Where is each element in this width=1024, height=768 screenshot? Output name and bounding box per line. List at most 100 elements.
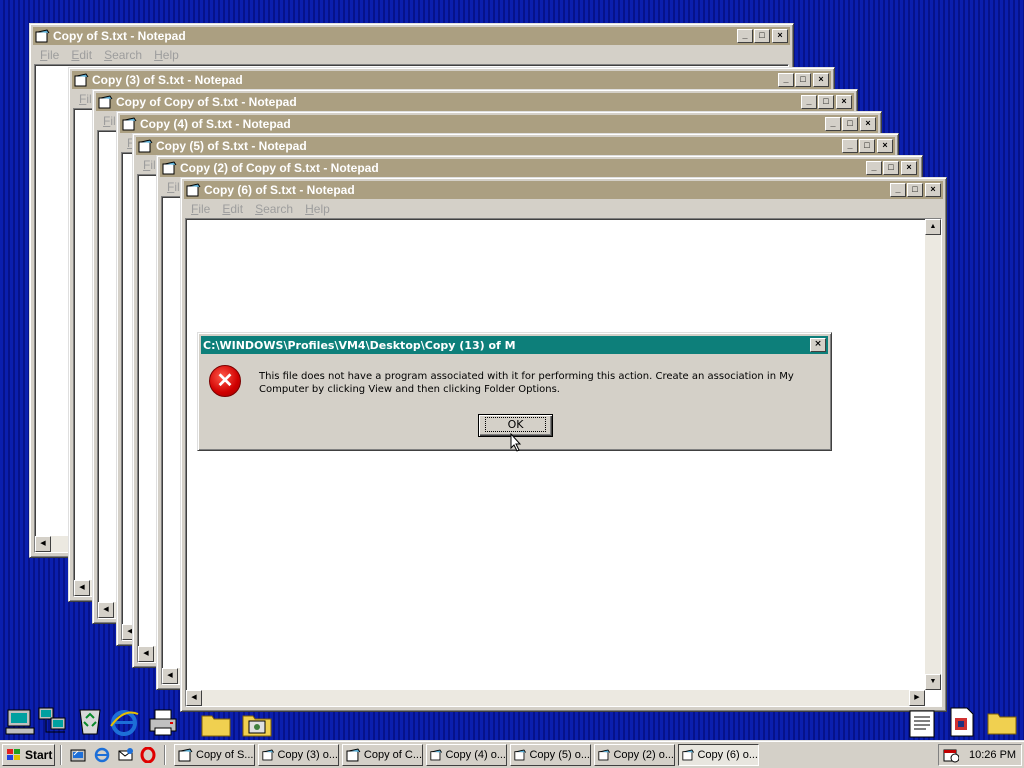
recycle-bin-icon[interactable]	[74, 704, 106, 736]
opera-icon[interactable]	[140, 747, 157, 763]
title-bar[interactable]: Copy (6) of S.txt - Notepad _ □ ×	[184, 181, 943, 199]
menu-search[interactable]: Search	[255, 202, 293, 216]
printer-icon[interactable]	[147, 706, 179, 738]
close-button[interactable]: ×	[877, 139, 893, 153]
show-desktop-icon[interactable]	[70, 747, 87, 763]
network-neighborhood-icon[interactable]	[37, 704, 69, 736]
notepad-icon	[682, 749, 694, 761]
taskbar-button[interactable]: Copy (2) o...	[594, 744, 675, 766]
notepad-icon	[598, 749, 610, 761]
minimize-button[interactable]: _	[825, 117, 841, 131]
title-bar[interactable]: Copy (3) of S.txt - Notepad _ □ ×	[72, 71, 831, 89]
taskbar-separator	[164, 745, 166, 765]
title-bar[interactable]: Copy (4) of S.txt - Notepad _ □ ×	[120, 115, 878, 133]
notepad-icon	[430, 749, 442, 761]
maximize-button[interactable]: □	[795, 73, 811, 87]
notepad-icon	[178, 748, 193, 762]
ok-label: OK	[484, 417, 547, 432]
close-button[interactable]: ×	[925, 183, 941, 197]
title-bar[interactable]: Copy of S.txt - Notepad _ □ ×	[33, 27, 790, 45]
clock[interactable]: 10:26 PM	[969, 749, 1016, 761]
exe-file-icon[interactable]	[945, 706, 977, 738]
scroll-left-icon[interactable]: ◀	[162, 668, 178, 684]
menu-file[interactable]: File	[191, 202, 210, 216]
taskbar-button[interactable]: Copy (5) o...	[510, 744, 591, 766]
scheduler-icon[interactable]	[943, 747, 959, 763]
taskbar-button[interactable]: Copy of S...	[174, 744, 255, 766]
minimize-button[interactable]: _	[842, 139, 858, 153]
control-panel-icon[interactable]	[241, 708, 273, 740]
taskbar-button[interactable]: Copy (3) o...	[258, 744, 339, 766]
maximize-button[interactable]: □	[907, 183, 923, 197]
scroll-left-icon[interactable]: ◀	[186, 690, 202, 706]
scroll-left-icon[interactable]: ◀	[74, 580, 90, 596]
menu-help[interactable]: Help	[154, 48, 179, 62]
text-document-icon[interactable]	[906, 708, 938, 740]
menu-search[interactable]: Search	[104, 48, 142, 62]
minimize-button[interactable]: _	[890, 183, 906, 197]
taskbar-button-label: Copy (5) o...	[529, 749, 590, 761]
menu-bar: File Edit Search Help	[185, 200, 330, 218]
folder-icon[interactable]	[200, 708, 232, 740]
close-button[interactable]: ×	[860, 117, 876, 131]
maximize-button[interactable]: □	[859, 139, 875, 153]
scroll-left-icon[interactable]: ◀	[138, 646, 154, 662]
taskbar-button[interactable]: Copy (4) o...	[426, 744, 507, 766]
menu-bar: File Edit Search Help	[34, 46, 179, 64]
horizontal-scrollbar[interactable]: ◀ ▶	[186, 690, 925, 706]
taskbar-button[interactable]: Copy of C...	[342, 744, 423, 766]
taskbar-button-label: Copy (3) o...	[277, 749, 338, 761]
minimize-button[interactable]: _	[801, 95, 817, 109]
minimize-button[interactable]: _	[778, 73, 794, 87]
dialog-title: C:\WINDOWS\Profiles\VM4\Desktop\Copy (13…	[203, 338, 516, 352]
taskbar-button-label: Copy (2) o...	[613, 749, 674, 761]
error-icon: ✕	[209, 365, 241, 397]
taskbar-button-label: Copy of S...	[196, 749, 254, 761]
taskbar-button[interactable]: Copy (6) o...	[678, 744, 759, 766]
close-button[interactable]: ×	[836, 95, 852, 109]
dialog-title-bar[interactable]: C:\WINDOWS\Profiles\VM4\Desktop\Copy (13…	[201, 336, 828, 354]
notepad-icon	[346, 748, 361, 762]
outlook-express-icon[interactable]	[117, 747, 134, 763]
menu-edit[interactable]: Edit	[222, 202, 243, 216]
close-button[interactable]: ×	[813, 73, 829, 87]
window-title: Copy (4) of S.txt - Notepad	[140, 117, 291, 131]
notepad-icon	[138, 139, 153, 153]
menu-file[interactable]: File	[40, 48, 59, 62]
close-button[interactable]: ×	[810, 338, 826, 352]
scroll-up-icon[interactable]: ▲	[925, 219, 941, 235]
dialog-message: This file does not have a program associ…	[259, 371, 794, 395]
start-button[interactable]: Start	[2, 744, 55, 766]
my-computer-icon[interactable]	[4, 706, 36, 738]
system-tray: 10:26 PM	[938, 744, 1022, 766]
maximize-button[interactable]: □	[883, 161, 899, 175]
menu-edit[interactable]: Edit	[71, 48, 92, 62]
window-title: Copy of Copy of S.txt - Notepad	[116, 95, 297, 109]
minimize-button[interactable]: _	[737, 29, 753, 43]
maximize-button[interactable]: □	[842, 117, 858, 131]
scroll-down-icon[interactable]: ▼	[925, 674, 941, 690]
maximize-button[interactable]: □	[754, 29, 770, 43]
scroll-left-icon[interactable]: ◀	[98, 602, 114, 618]
minimize-button[interactable]: _	[866, 161, 882, 175]
taskbar-button-label: Copy (6) o...	[697, 749, 758, 761]
title-bar[interactable]: Copy (2) of Copy of S.txt - Notepad _ □ ×	[160, 159, 919, 177]
windows-logo-icon	[7, 749, 20, 760]
scroll-right-icon[interactable]: ▶	[909, 690, 925, 706]
maximize-button[interactable]: □	[818, 95, 834, 109]
text-area[interactable]: ▲ ▼ ◀ ▶	[185, 218, 942, 707]
title-bar[interactable]: Copy of Copy of S.txt - Notepad _ □ ×	[96, 93, 854, 111]
internet-explorer-icon[interactable]	[94, 747, 111, 763]
close-button[interactable]: ×	[901, 161, 917, 175]
taskbar: Start Copy of S... Copy (3) o... Copy of…	[0, 740, 1024, 768]
menu-help[interactable]: Help	[305, 202, 330, 216]
close-button[interactable]: ×	[772, 29, 788, 43]
window-title: Copy (2) of Copy of S.txt - Notepad	[180, 161, 379, 175]
taskbar-button-label: Copy (4) o...	[445, 749, 506, 761]
internet-explorer-icon[interactable]	[108, 706, 140, 738]
window-title: Copy (6) of S.txt - Notepad	[204, 183, 355, 197]
title-bar[interactable]: Copy (5) of S.txt - Notepad _ □ ×	[136, 137, 895, 155]
folder-icon[interactable]	[986, 706, 1018, 738]
vertical-scrollbar[interactable]: ▲ ▼	[925, 219, 941, 690]
scroll-left-icon[interactable]: ◀	[35, 536, 51, 552]
